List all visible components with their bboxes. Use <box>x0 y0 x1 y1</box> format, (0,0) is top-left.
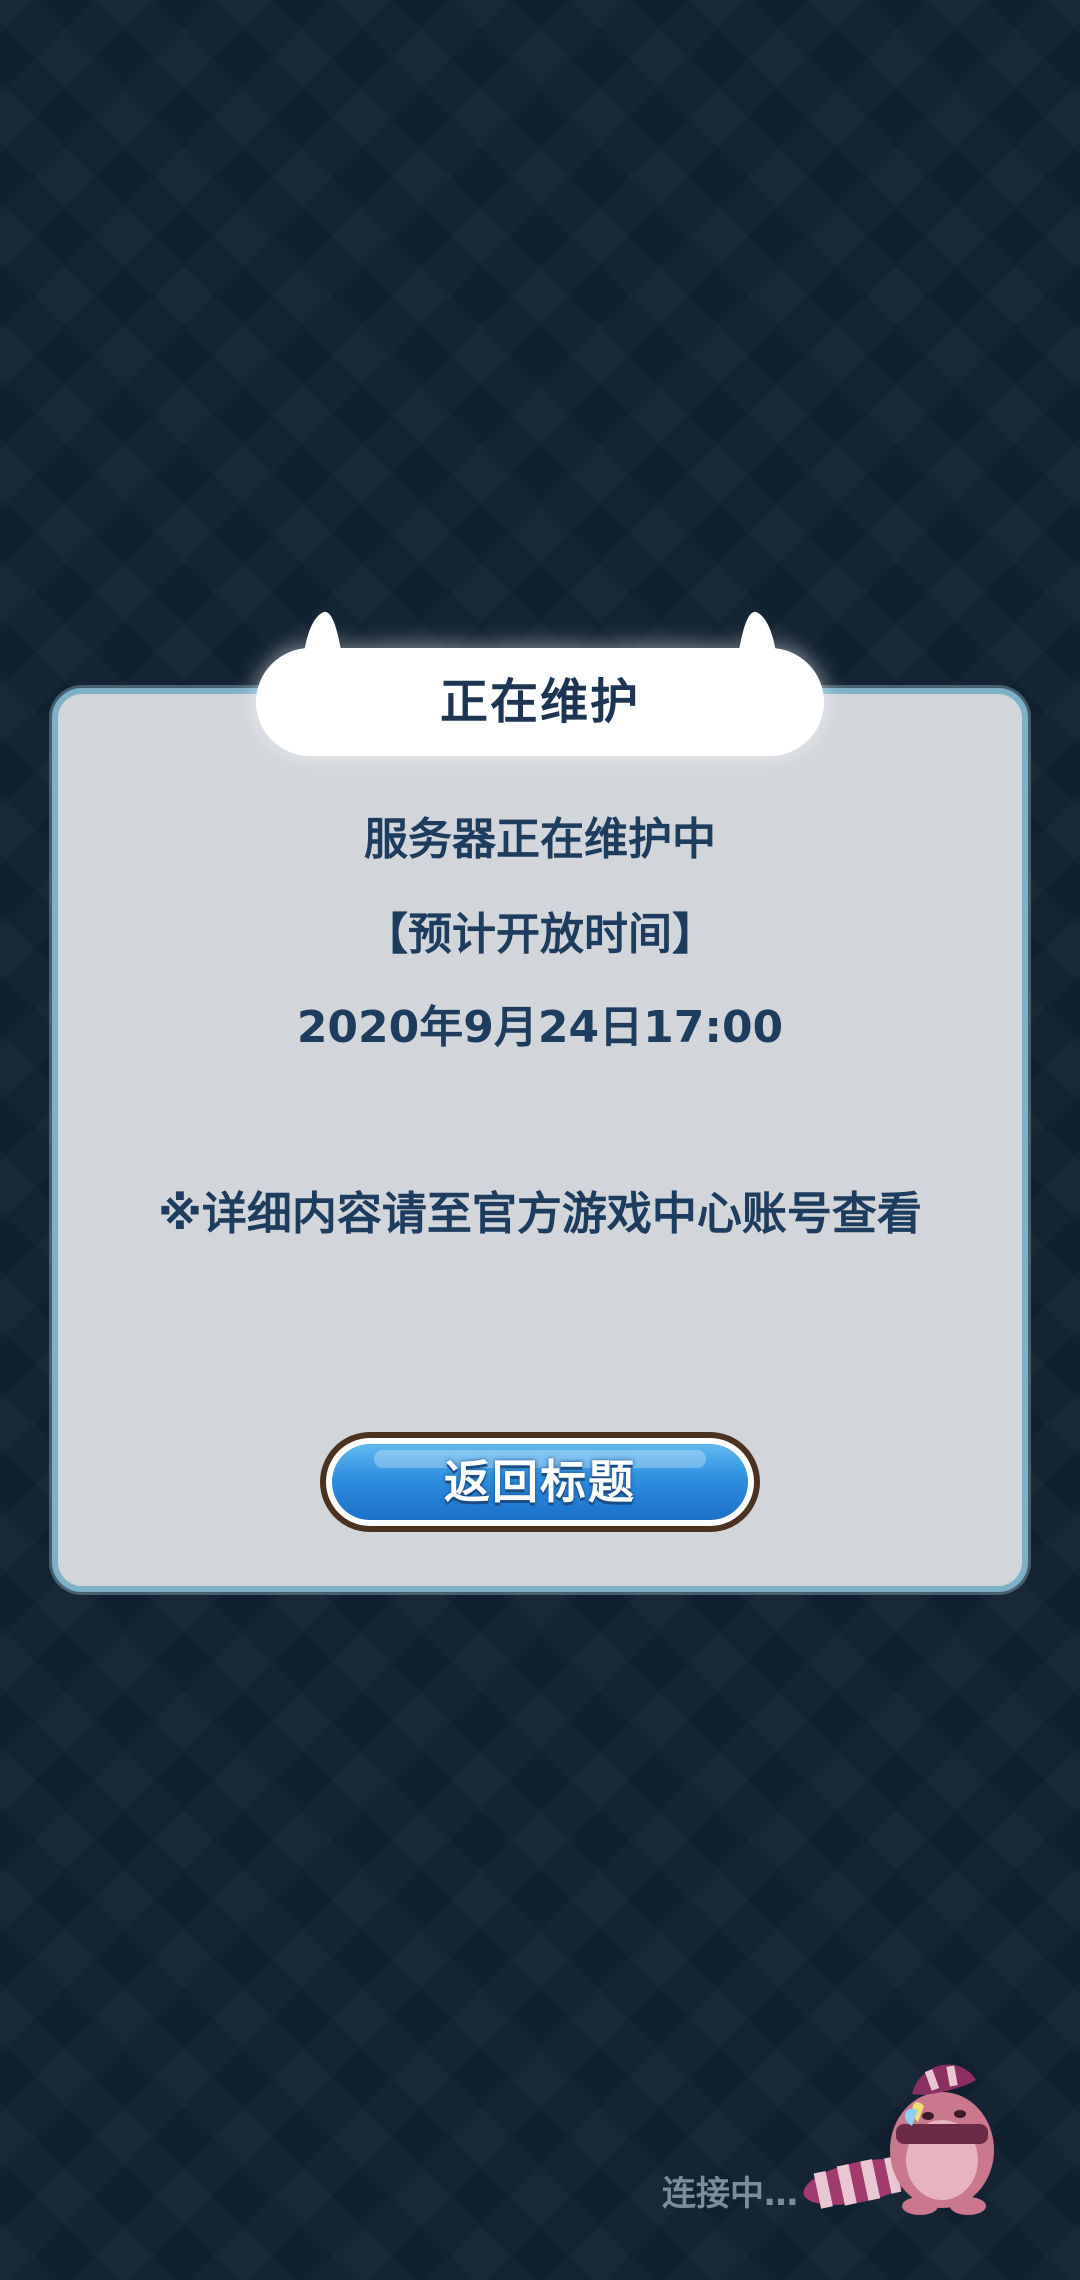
raccoon-mascot-icon <box>800 2040 1012 2220</box>
expected-open-label: 【预计开放时间】 <box>364 909 716 960</box>
maintenance-message: 服务器正在维护中 <box>364 814 716 865</box>
button-rim: 返回标题 <box>326 1438 754 1526</box>
button-face: 返回标题 <box>332 1444 748 1520</box>
details-note: ※详细内容请至官方游戏中心账号查看 <box>158 1187 922 1240</box>
expected-open-time: 2020年9月24日17:00 <box>296 1002 784 1053</box>
connecting-status: 连接中… <box>662 2174 798 2214</box>
return-to-title-button[interactable]: 返回标题 <box>320 1432 760 1532</box>
dialog-title: 正在维护 <box>439 674 640 730</box>
return-to-title-label: 返回标题 <box>444 1455 636 1509</box>
